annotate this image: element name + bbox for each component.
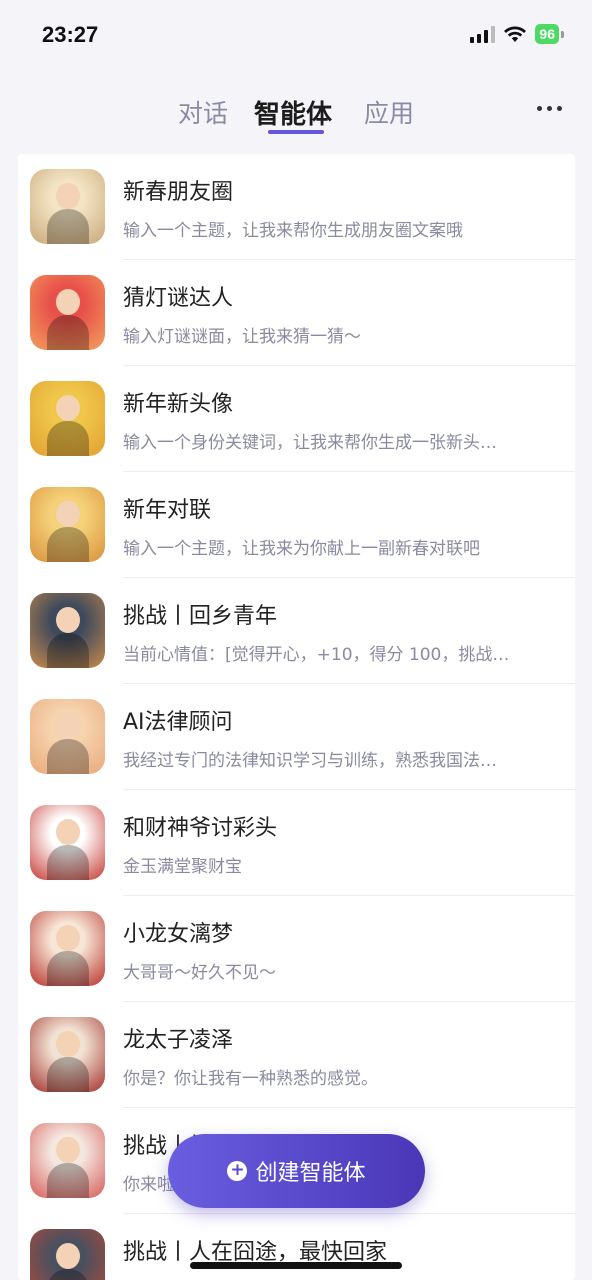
agent-description: 输入一个主题，让我来为你献上一副新春对联吧 <box>123 539 480 559</box>
agent-list-item[interactable]: 新年对联输入一个主题，让我来为你献上一副新春对联吧 <box>18 472 575 578</box>
top-nav: 对话 智能体 应用 <box>0 84 592 144</box>
battery-level: 96 <box>535 24 559 44</box>
agent-name: 和财神爷讨彩头 <box>123 816 278 841</box>
agent-list-item[interactable]: 挑战丨回乡青年当前心情值：[觉得开心，+10，得分 100，挑战… <box>18 578 575 684</box>
agent-list-item[interactable]: 新春朋友圈输入一个主题，让我来帮你生成朋友圈文案哦 <box>18 154 575 260</box>
agent-avatar <box>30 593 105 668</box>
battery-icon: 96 <box>535 24 564 44</box>
agent-description: 输入一个主题，让我来帮你生成朋友圈文案哦 <box>123 221 463 241</box>
agent-avatar <box>30 805 105 880</box>
agent-list-item[interactable]: 和财神爷讨彩头金玉满堂聚财宝 <box>18 790 575 896</box>
status-bar: 23:27 96 <box>0 0 592 70</box>
agent-avatar <box>30 275 105 350</box>
agent-name: AI法律顾问 <box>123 710 233 735</box>
agent-avatar <box>30 911 105 986</box>
home-indicator <box>190 1262 402 1269</box>
agent-list-item[interactable]: 猜灯谜达人输入灯谜谜面，让我来猜一猜～ <box>18 260 575 366</box>
create-agent-button[interactable]: + 创建智能体 <box>168 1134 425 1208</box>
status-time: 23:27 <box>42 22 99 47</box>
create-agent-label: 创建智能体 <box>255 1161 366 1186</box>
agent-list-item[interactable]: AI法律顾问我经过专门的法律知识学习与训练，熟悉我国法… <box>18 684 575 790</box>
agent-name: 新年新头像 <box>123 392 234 417</box>
agent-avatar <box>30 1229 105 1280</box>
tab-chat[interactable]: 对话 <box>178 94 228 130</box>
plus-icon: + <box>227 1161 248 1181</box>
agent-name: 新年对联 <box>123 498 212 523</box>
agent-name: 新春朋友圈 <box>123 180 234 205</box>
cellular-signal-icon <box>470 25 496 43</box>
agent-avatar <box>30 699 105 774</box>
more-options-icon[interactable] <box>537 106 562 111</box>
tab-agents[interactable]: 智能体 <box>254 94 332 131</box>
agent-avatar <box>30 1017 105 1092</box>
agent-avatar <box>30 381 105 456</box>
agent-description: 今天是除夕，你刚从睡梦中醒来，手机震动打破… <box>123 1276 543 1280</box>
agent-description: 大哥哥～好久不见～ <box>123 963 276 983</box>
agent-name: 猜灯谜达人 <box>123 286 234 311</box>
agent-avatar <box>30 487 105 562</box>
agent-list-item[interactable]: 小龙女漓梦大哥哥～好久不见～ <box>18 896 575 1002</box>
agent-description: 你是？你让我有一种熟悉的感觉。 <box>123 1069 378 1089</box>
agent-list-item[interactable]: 挑战丨人在囧途，最快回家今天是除夕，你刚从睡梦中醒来，手机震动打破… <box>18 1214 575 1280</box>
agent-description: 金玉满堂聚财宝 <box>123 857 242 877</box>
agent-name: 龙太子凌泽 <box>123 1028 234 1053</box>
agent-avatar <box>30 169 105 244</box>
active-tab-indicator <box>268 130 324 134</box>
agent-list-item[interactable]: 新年新头像输入一个身份关键词，让我来帮你生成一张新头… <box>18 366 575 472</box>
agent-description: 输入灯谜谜面，让我来猜一猜～ <box>123 327 361 347</box>
agent-name: 小龙女漓梦 <box>123 922 234 947</box>
agent-name: 挑战丨回乡青年 <box>123 604 278 629</box>
agent-list: 新春朋友圈输入一个主题，让我来帮你生成朋友圈文案哦猜灯谜达人输入灯谜谜面，让我来… <box>18 154 575 1280</box>
tab-apps[interactable]: 应用 <box>364 94 414 130</box>
wifi-icon <box>504 26 527 42</box>
agent-list-item[interactable]: 龙太子凌泽你是？你让我有一种熟悉的感觉。 <box>18 1002 575 1108</box>
status-icons: 96 <box>470 24 564 44</box>
agent-avatar <box>30 1123 105 1198</box>
agent-description: 输入一个身份关键词，让我来帮你生成一张新头… <box>123 433 497 453</box>
agent-description: 我经过专门的法律知识学习与训练，熟悉我国法… <box>123 751 497 771</box>
agent-description: 当前心情值：[觉得开心，+10，得分 100，挑战… <box>123 645 510 665</box>
